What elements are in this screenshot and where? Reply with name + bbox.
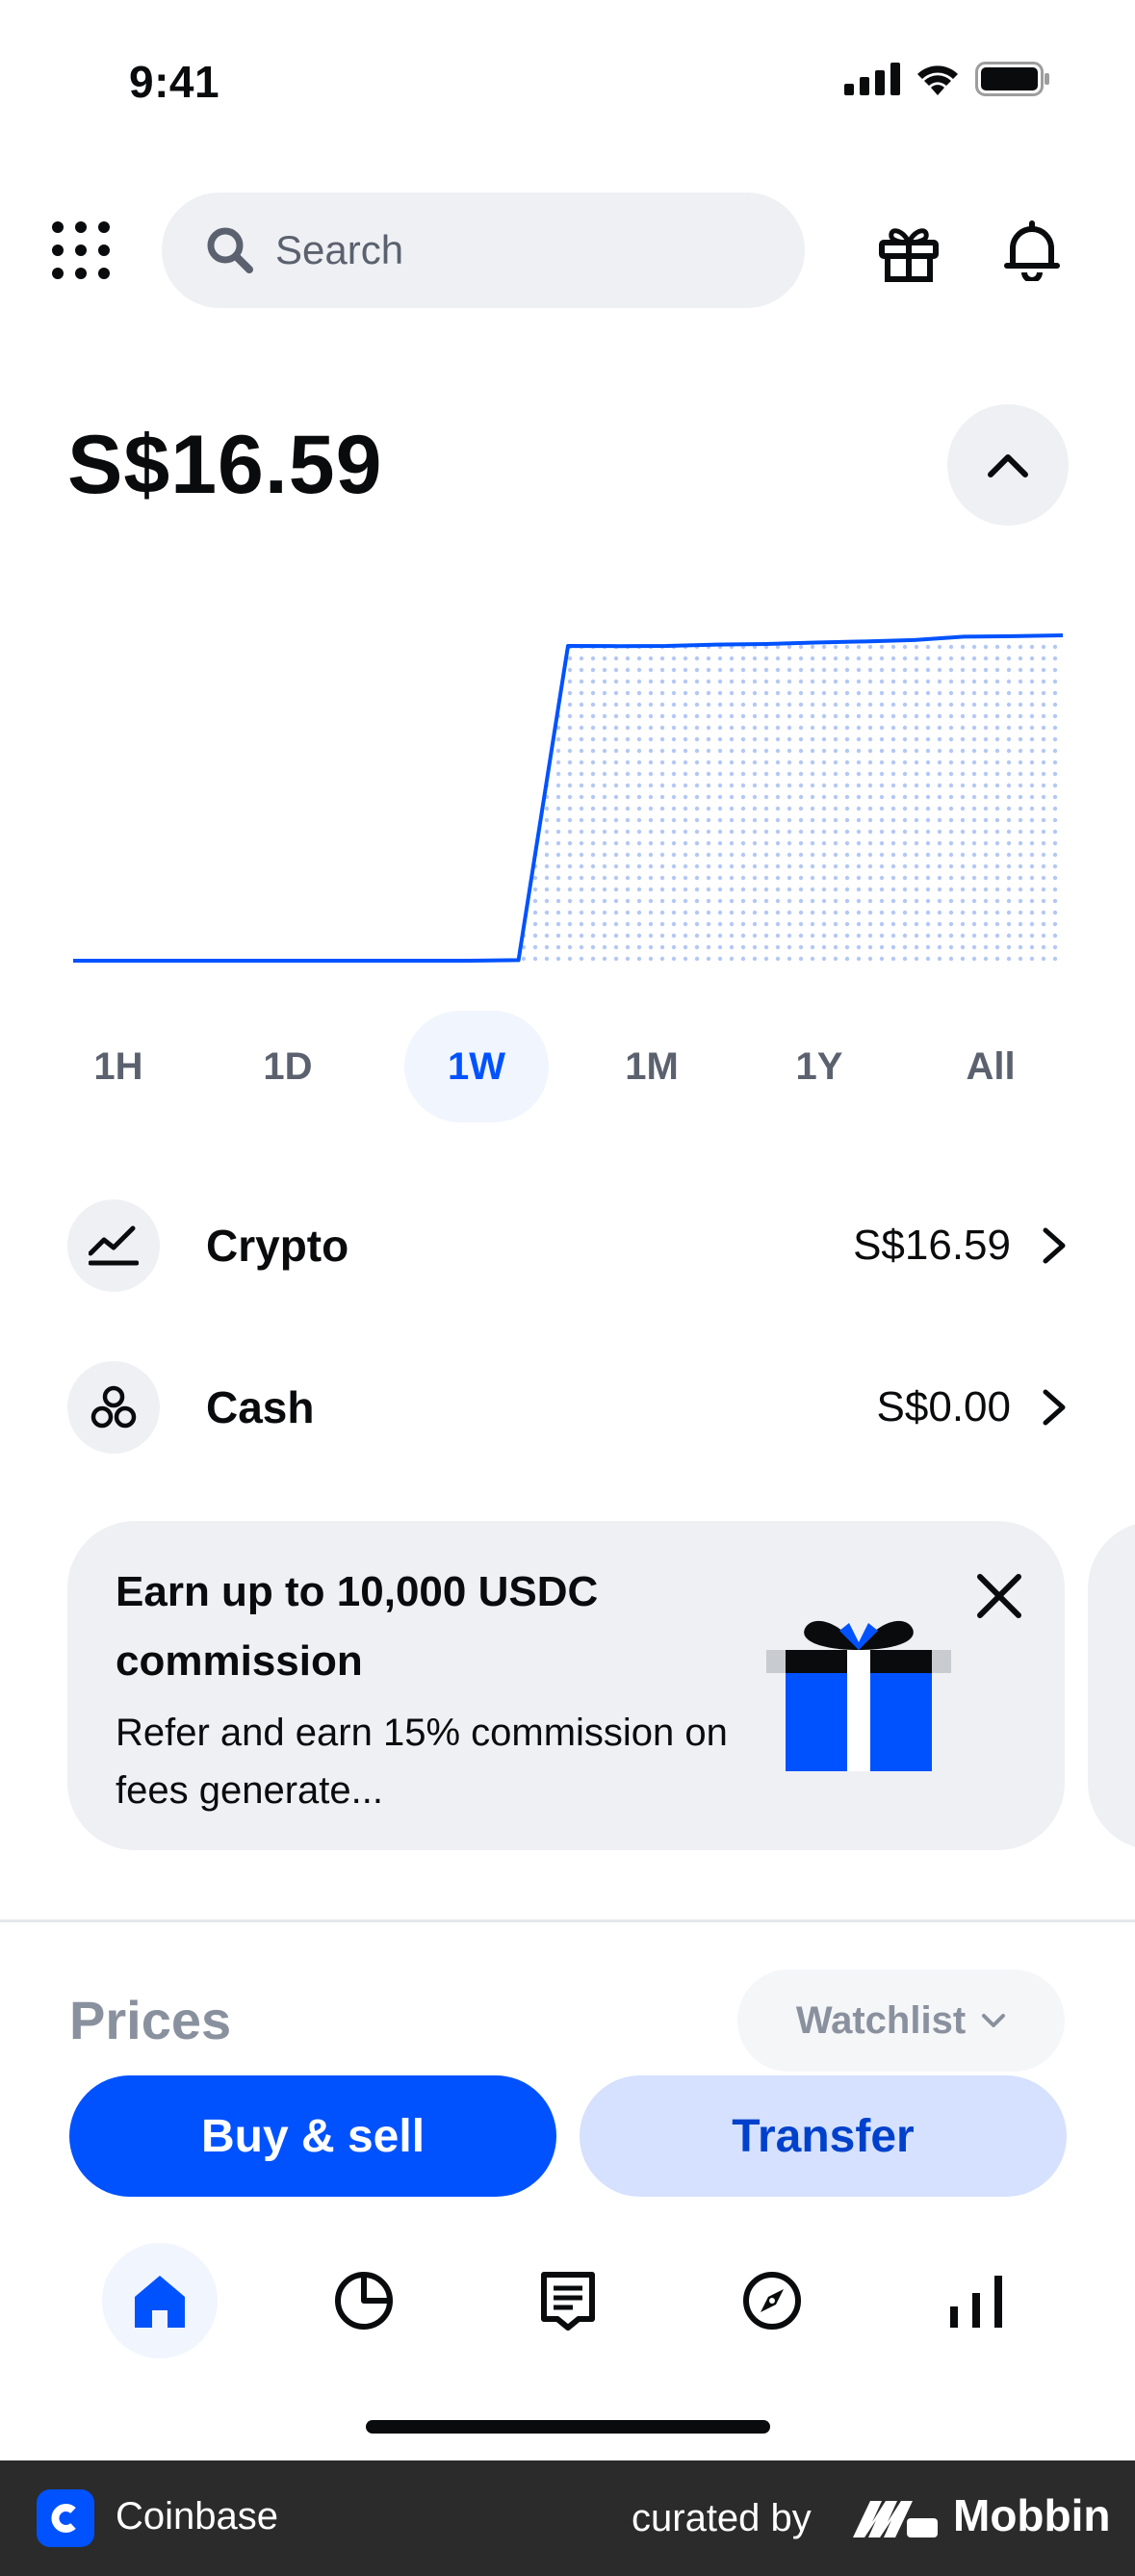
nav-transactions[interactable] [510,2243,626,2358]
section-divider [0,1919,1135,1922]
markets-bars-icon [950,2276,1002,2328]
nav-markets[interactable] [918,2243,1034,2358]
cash-row[interactable]: Cash S$0.00 [67,1361,1069,1454]
chevron-up-icon [988,454,1028,477]
transfer-button[interactable]: Transfer [580,2075,1067,2197]
crypto-row[interactable]: Crypto S$16.59 [67,1199,1069,1292]
crypto-icon-badge [67,1199,160,1292]
prices-heading: Prices [69,1990,232,2050]
footer-bar: Coinbase curated by Mobbin [0,2460,1135,2576]
search-bar[interactable] [162,193,805,308]
range-tab-1d[interactable]: 1D [216,1011,360,1122]
transactions-receipt-icon [541,2272,595,2331]
battery-icon [975,62,1049,96]
portfolio-pie-icon [335,2272,393,2330]
promo-title: Earn up to 10,000 USDC commission [116,1568,599,1685]
referral-promo-card[interactable]: Earn up to 10,000 USDC commission Refer … [67,1521,1065,1850]
nav-home[interactable] [102,2243,218,2358]
time-range-tabs: 1H 1D 1W 1M 1Y All [39,1011,1097,1122]
apps-grid-icon[interactable] [50,219,112,281]
footer-app-name: Coinbase [116,2495,279,2537]
portfolio-balance: S$16.59 [67,419,383,511]
watchlist-dropdown[interactable]: Watchlist [737,1970,1065,2072]
chevron-right-icon [1043,1389,1066,1426]
cellular-signal-icon [844,63,900,95]
coins-icon [90,1385,137,1429]
gift-box-icon [766,1620,951,1771]
home-indicator [366,2420,770,2434]
close-icon[interactable] [972,1569,1026,1623]
status-icons [844,62,1050,96]
bottom-nav [0,2243,1135,2368]
range-tab-1m[interactable]: 1M [580,1011,724,1122]
range-tab-1y[interactable]: 1Y [747,1011,891,1122]
balance-chart[interactable] [67,606,1069,972]
wifi-icon [917,65,958,95]
top-header [0,193,1135,310]
crypto-label: Crypto [206,1221,349,1271]
collapse-chart-button[interactable] [947,404,1069,526]
promo-body: Refer and earn 15% commission on fees ge… [116,1712,728,1812]
gift-icon[interactable] [878,221,940,283]
mobbin-logo-icon [853,2501,938,2537]
range-tab-1h[interactable]: 1H [46,1011,191,1122]
chevron-right-icon [1043,1227,1066,1264]
range-tab-1w[interactable]: 1W [404,1011,549,1122]
search-icon [207,227,253,273]
status-bar: 9:41 [0,0,1135,164]
crypto-value: S$16.59 [853,1222,1011,1269]
footer-curated-by: curated by [632,2497,812,2539]
cash-label: Cash [206,1382,315,1432]
next-promo-card-peek[interactable] [1088,1521,1135,1850]
chart-line-icon [89,1225,139,1266]
coinbase-logo-icon [37,2489,94,2547]
search-input[interactable] [275,227,737,273]
home-icon [135,2276,185,2328]
range-tab-all[interactable]: All [918,1011,1063,1122]
chart-area-fill [518,635,1063,961]
footer-brand: Mobbin [953,2490,1111,2540]
chevron-down-icon [982,2014,1006,2027]
cash-value: S$0.00 [876,1383,1011,1430]
cash-icon-badge [67,1361,160,1454]
status-time: 9:41 [129,57,220,107]
buy-sell-button[interactable]: Buy & sell [69,2075,556,2197]
watchlist-label: Watchlist [795,1998,967,2042]
notifications-bell-icon[interactable] [1001,219,1063,281]
nav-portfolio[interactable] [306,2243,422,2358]
explore-compass-icon [743,2272,801,2330]
nav-explore[interactable] [714,2243,830,2358]
